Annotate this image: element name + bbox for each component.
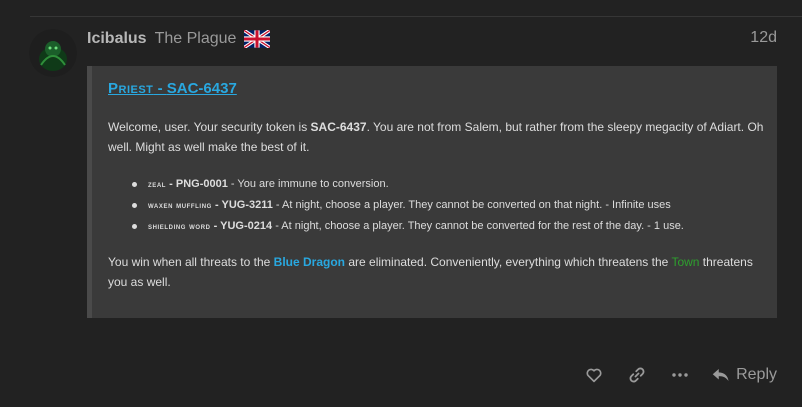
town-faction: Town	[671, 255, 700, 269]
copy-link-button[interactable]	[626, 364, 648, 386]
ability-description: - You are immune to conversion.	[227, 178, 389, 190]
ability-code: PNG-0001	[175, 178, 228, 190]
ability-code: YUG-3211	[221, 199, 273, 211]
ability-name: Zeal	[148, 179, 167, 189]
quote-block: Priest - SAC-6437 Welcome, user. Your se…	[87, 66, 777, 318]
uk-flag-icon	[244, 30, 271, 48]
like-button[interactable]	[583, 364, 605, 386]
ability-description: - At night, choose a player. They cannot…	[272, 220, 684, 232]
intro-paragraph: Welcome, user. Your security token is SA…	[108, 117, 768, 157]
avatar[interactable]	[29, 29, 77, 77]
avatar-image	[29, 29, 77, 77]
role-heading[interactable]: Priest - SAC-6437	[108, 80, 237, 97]
intro-text: Welcome, user. Your security token is	[108, 120, 311, 134]
ability-name: Shielding Word	[148, 221, 211, 231]
username[interactable]: Icibalus	[87, 30, 147, 48]
list-item: Waxen Muffling - YUG-3211 - At night, ch…	[108, 195, 684, 216]
ellipsis-icon	[672, 373, 688, 377]
win-text: You win when all threats to the	[108, 255, 274, 269]
ability-code: YUG-0214	[220, 220, 273, 232]
reply-icon	[712, 369, 729, 381]
win-text-continued: are eliminated. Conveniently, everything…	[345, 255, 672, 269]
role-separator: -	[153, 80, 167, 97]
top-divider	[30, 16, 802, 17]
link-icon	[629, 367, 645, 383]
more-options-button[interactable]	[669, 364, 691, 386]
heart-icon	[586, 368, 602, 383]
role-name: Priest	[108, 80, 154, 97]
list-item: Shielding Word - YUG-0214 - At night, ch…	[108, 216, 684, 237]
role-token: SAC-6437	[166, 80, 237, 97]
post-actions: Reply	[583, 364, 777, 386]
ability-separator: -	[210, 220, 221, 232]
poster-info: Icibalus The Plague	[87, 27, 271, 51]
ability-separator: -	[166, 178, 176, 190]
win-condition: You win when all threats to the Blue Dra…	[108, 252, 768, 292]
reply-button[interactable]: Reply	[712, 366, 777, 384]
user-title: The Plague	[154, 30, 237, 47]
list-item: Zeal - PNG-0001 - You are immune to conv…	[108, 174, 684, 195]
abilities-list: Zeal - PNG-0001 - You are immune to conv…	[108, 174, 684, 237]
post-date[interactable]: 12d	[750, 29, 777, 47]
security-token: SAC-6437	[310, 120, 367, 134]
ability-name: Waxen Muffling	[148, 200, 212, 210]
faction-name: Blue Dragon	[273, 255, 346, 269]
reply-label: Reply	[736, 366, 777, 383]
ability-description: - At night, choose a player. They cannot…	[272, 199, 671, 211]
